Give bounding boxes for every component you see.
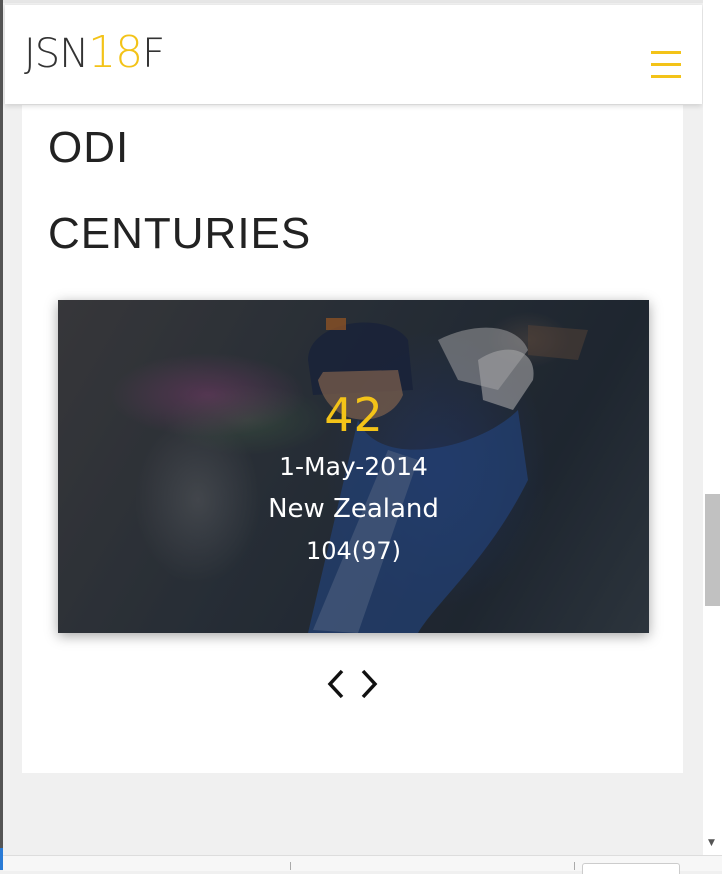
chevron-left-icon [327, 669, 344, 699]
site-header: JSN18F [5, 5, 702, 104]
score-balls: 104(97) [305, 537, 402, 565]
match-date: 1-May-2014 [279, 452, 428, 481]
site-logo[interactable]: JSN18F [24, 31, 165, 77]
hamburger-menu-icon[interactable] [651, 51, 683, 83]
logo-accent: 18 [88, 27, 143, 78]
century-number: 42 [324, 388, 383, 442]
logo-suffix: F [142, 31, 165, 77]
menu-bar [651, 63, 681, 66]
status-divider [290, 862, 291, 870]
scrollbar-thumb[interactable] [705, 494, 720, 606]
chevron-right-icon [361, 669, 378, 699]
logo-prefix: JSN [24, 31, 89, 77]
vertical-scrollbar[interactable]: ▼ [703, 0, 722, 855]
scroll-down-arrow-icon[interactable]: ▼ [708, 838, 715, 848]
carousel-next-button[interactable] [359, 668, 379, 700]
section-title-line2: CENTURIES [48, 209, 312, 258]
status-tab[interactable] [582, 863, 680, 874]
menu-bar [651, 75, 681, 78]
carousel-prev-button[interactable] [326, 668, 346, 700]
menu-bar [651, 51, 681, 54]
window-edge [0, 0, 3, 855]
century-slide[interactable]: 42 1-May-2014 New Zealand 104(97) [58, 300, 649, 633]
opponent-team: New Zealand [268, 494, 439, 524]
section-title-line1: ODI [48, 123, 130, 172]
status-divider [574, 862, 575, 870]
top-border [3, 0, 703, 3]
